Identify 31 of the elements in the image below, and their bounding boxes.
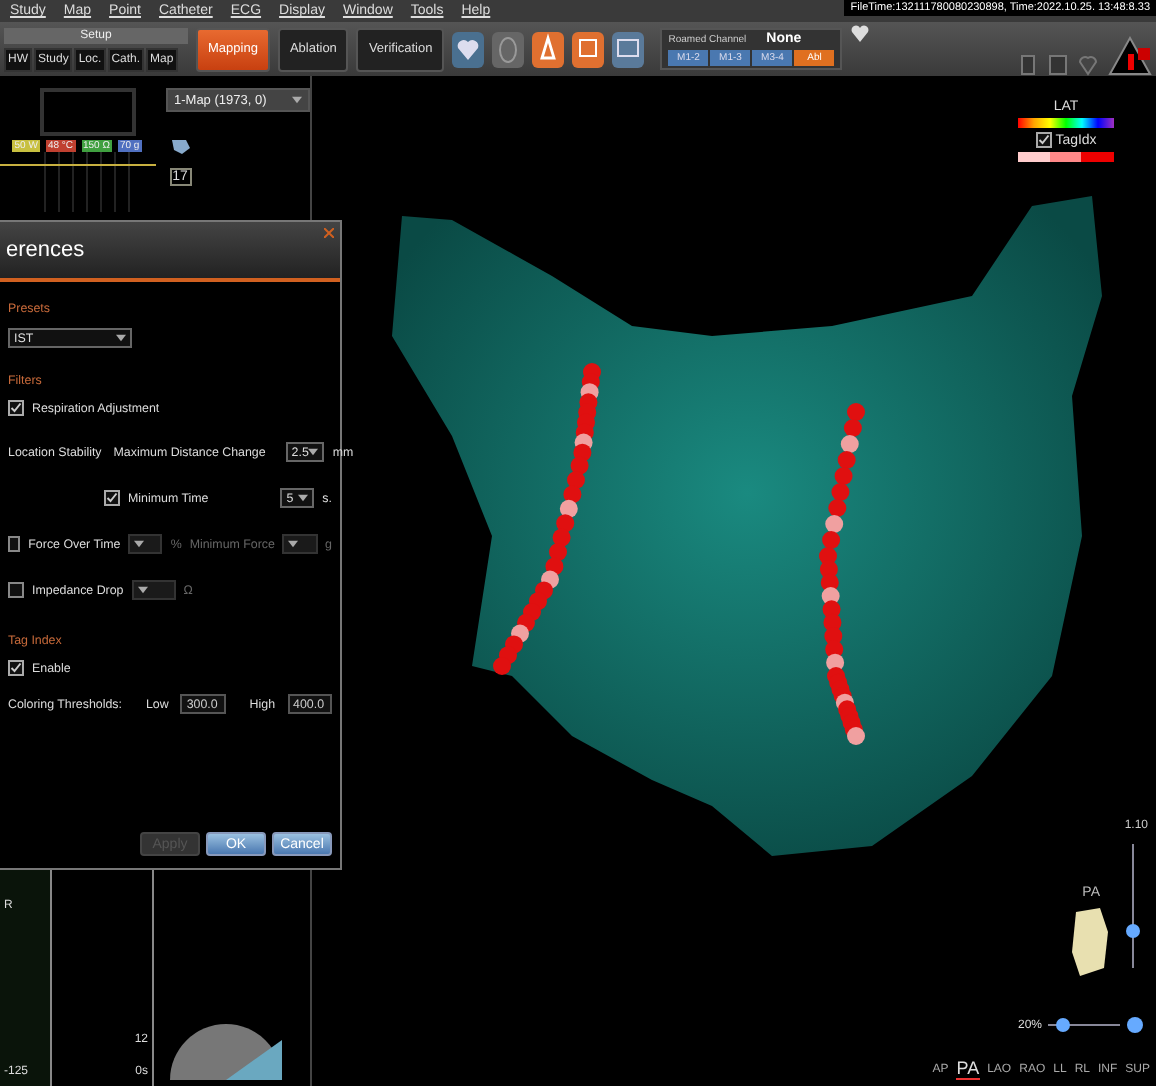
close-icon[interactable] bbox=[324, 228, 334, 238]
tagidx-color-bar bbox=[1018, 152, 1114, 162]
slider-thumb[interactable] bbox=[1126, 924, 1140, 939]
caret-icon bbox=[116, 334, 126, 342]
checkbox[interactable] bbox=[8, 660, 24, 676]
checkbox[interactable] bbox=[1035, 132, 1052, 148]
caret-icon bbox=[288, 540, 299, 548]
heart-icon bbox=[1078, 51, 1098, 75]
caret-icon bbox=[134, 540, 145, 548]
checkbox[interactable] bbox=[104, 490, 120, 506]
checkbox[interactable] bbox=[8, 582, 24, 598]
zoom-slider-thumb[interactable] bbox=[1056, 1018, 1071, 1032]
force-dropdown[interactable] bbox=[128, 534, 163, 554]
caret-icon bbox=[292, 96, 302, 104]
caret-icon bbox=[308, 448, 319, 456]
monitor-icon[interactable] bbox=[612, 31, 645, 67]
checkbox[interactable] bbox=[8, 400, 24, 416]
warning-icon[interactable] bbox=[1108, 35, 1152, 75]
pedal-icon bbox=[1018, 51, 1038, 75]
generator-graph bbox=[43, 152, 131, 212]
caret-icon bbox=[298, 494, 309, 502]
impedance-dropdown[interactable] bbox=[131, 580, 176, 600]
generator-screen bbox=[39, 88, 135, 136]
dialog-title: erences bbox=[6, 238, 85, 262]
checkbox[interactable] bbox=[8, 536, 21, 552]
caret-icon bbox=[137, 586, 148, 594]
heart-icon[interactable] bbox=[850, 24, 871, 44]
min-force-dropdown[interactable] bbox=[282, 534, 318, 554]
lat-color-bar bbox=[1018, 118, 1114, 128]
box-icon bbox=[1048, 51, 1068, 75]
view-button[interactable]: PA bbox=[956, 1058, 980, 1080]
